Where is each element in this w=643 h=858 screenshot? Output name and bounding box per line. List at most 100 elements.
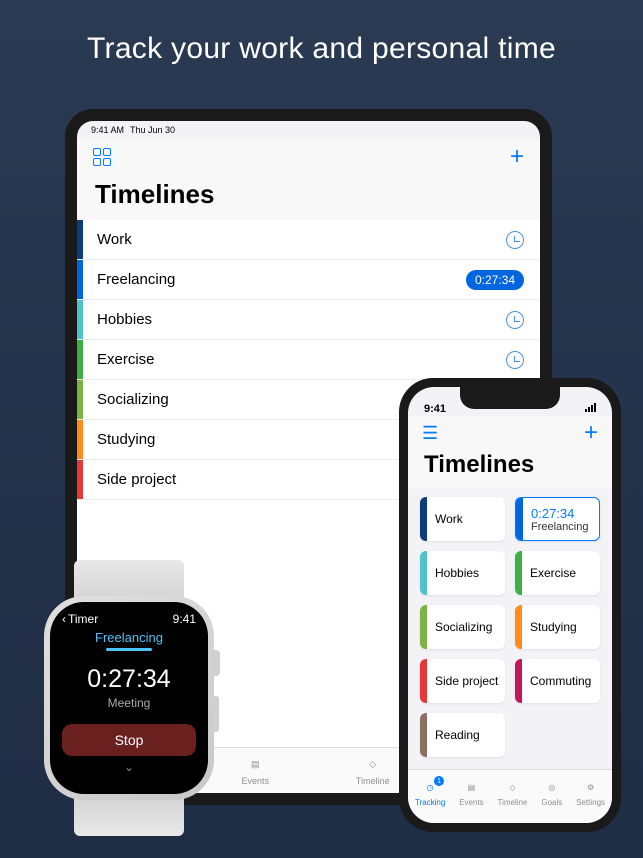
tab-icon: ◇ [363, 756, 383, 774]
back-label: Timer [68, 612, 98, 626]
color-indicator [420, 551, 427, 595]
color-indicator [515, 605, 522, 649]
tab-label: Events [242, 776, 270, 786]
status-time: 9:41 AM [91, 125, 124, 135]
tab-icon: ◇ [503, 778, 523, 796]
timeline-row[interactable]: Work [77, 220, 540, 260]
grid-view-icon[interactable] [93, 148, 111, 166]
back-button[interactable]: ‹ Timer [62, 612, 98, 626]
chevron-left-icon: ‹ [62, 612, 66, 626]
digital-crown[interactable] [212, 650, 220, 676]
tab-timeline[interactable]: ◇ Timeline [498, 778, 528, 807]
tab-tracking[interactable]: ◷1 Tracking [415, 778, 445, 807]
clock-icon[interactable] [506, 231, 524, 249]
category-label: Freelancing [62, 630, 196, 645]
tile-label: Reading [427, 728, 480, 742]
color-indicator [420, 713, 427, 757]
row-accessory [506, 311, 540, 329]
row-label: Work [83, 231, 506, 248]
tab-icon: ▤ [461, 778, 481, 796]
timeline-tile[interactable]: Side project [420, 659, 505, 703]
chevron-down-icon[interactable]: ⌄ [62, 760, 196, 774]
status-date: Thu Jun 30 [130, 125, 175, 135]
clock-icon[interactable] [506, 351, 524, 369]
color-indicator [515, 659, 522, 703]
row-label: Exercise [83, 351, 506, 368]
watch-status: ‹ Timer 9:41 [62, 612, 196, 626]
active-timer-pill[interactable]: 0:27:34 [466, 270, 524, 290]
progress-bar [106, 648, 152, 651]
page-title: Timelines [77, 175, 540, 220]
clock-icon[interactable] [506, 311, 524, 329]
timeline-row[interactable]: Freelancing0:27:34 [77, 260, 540, 300]
tab-goals[interactable]: ◎ Goals [541, 778, 562, 807]
timeline-grid: Work 0:27:34Freelancing Hobbies Exercise Soc… [408, 489, 612, 769]
timeline-tile[interactable]: 0:27:34Freelancing [515, 497, 600, 541]
timeline-tile[interactable]: Socializing [420, 605, 505, 649]
add-button[interactable]: + [584, 419, 598, 447]
color-indicator [420, 497, 427, 541]
tile-timer: 0:27:34 [531, 506, 588, 521]
tile-label: Commuting [522, 674, 591, 688]
row-accessory: 0:27:34 [466, 270, 540, 290]
watch-screen: ‹ Timer 9:41 Freelancing 0:27:34 Meeting… [50, 602, 208, 794]
tab-events[interactable]: ▤ Events [459, 778, 483, 807]
status-indicators [585, 403, 596, 415]
tile-label: Hobbies [427, 566, 479, 580]
timeline-row[interactable]: Hobbies [77, 300, 540, 340]
tile-label: Side project [427, 674, 498, 688]
stop-button[interactable]: Stop [62, 724, 196, 756]
iphone-tab-bar: ◷1 Tracking ▤ Events ◇ Timeline ◎ Goals ⚙ Setting… [408, 769, 612, 823]
tab-icon: ⚙ [581, 778, 601, 796]
hero-title: Track your work and personal time [0, 0, 643, 66]
tab-timeline[interactable]: ◇ Timeline [356, 756, 390, 786]
timeline-tile[interactable]: Commuting [515, 659, 600, 703]
timeline-tile[interactable]: Studying [515, 605, 600, 649]
page-title: Timelines [408, 449, 612, 489]
watch-device: ‹ Timer 9:41 Freelancing 0:27:34 Meeting… [36, 560, 222, 836]
color-indicator [420, 605, 427, 649]
ipad-nav: + [77, 139, 540, 175]
tab-icon: ◎ [542, 778, 562, 796]
row-label: Freelancing [83, 271, 466, 288]
tab-events[interactable]: ▤ Events [242, 756, 270, 786]
tab-icon: ◷1 [420, 778, 440, 796]
iphone-device: 9:41 ☰ + Timelines Work 0:27:34Freelancin… [399, 378, 621, 832]
watch-case: ‹ Timer 9:41 Freelancing 0:27:34 Meeting… [44, 596, 214, 800]
tab-label: Events [459, 798, 483, 807]
row-accessory [506, 351, 540, 369]
color-indicator [516, 498, 523, 540]
tab-label: Timeline [356, 776, 390, 786]
tile-label: Studying [522, 620, 577, 634]
tab-label: Goals [541, 798, 562, 807]
color-indicator [420, 659, 427, 703]
tile-label: Work [427, 512, 463, 526]
status-time: 9:41 [424, 403, 446, 415]
timeline-tile[interactable]: Hobbies [420, 551, 505, 595]
tab-label: Tracking [415, 798, 445, 807]
tile-label: Exercise [522, 566, 576, 580]
timeline-tile[interactable]: Exercise [515, 551, 600, 595]
tile-label: Socializing [427, 620, 492, 634]
row-label: Hobbies [83, 311, 506, 328]
timeline-tile[interactable]: Work [420, 497, 505, 541]
tab-label: Settings [576, 798, 605, 807]
color-indicator [515, 551, 522, 595]
tab-label: Timeline [498, 798, 528, 807]
timeline-tile[interactable]: Reading [420, 713, 505, 757]
elapsed-time: 0:27:34 [62, 665, 196, 694]
ipad-status-bar: 9:41 AM Thu Jun 30 [77, 121, 540, 139]
notch [460, 387, 560, 409]
tab-settings[interactable]: ⚙ Settings [576, 778, 605, 807]
tile-label: Freelancing [531, 521, 588, 533]
side-button[interactable] [213, 696, 219, 732]
list-view-icon[interactable]: ☰ [422, 423, 438, 444]
event-label: Meeting [62, 696, 196, 710]
timeline-row[interactable]: Exercise [77, 340, 540, 380]
iphone-nav: ☰ + [408, 417, 612, 449]
row-accessory [506, 231, 540, 249]
add-button[interactable]: + [510, 143, 524, 171]
iphone-screen: 9:41 ☰ + Timelines Work 0:27:34Freelancin… [408, 387, 612, 823]
watch-time: 9:41 [173, 612, 196, 626]
tab-icon: ▤ [245, 756, 265, 774]
